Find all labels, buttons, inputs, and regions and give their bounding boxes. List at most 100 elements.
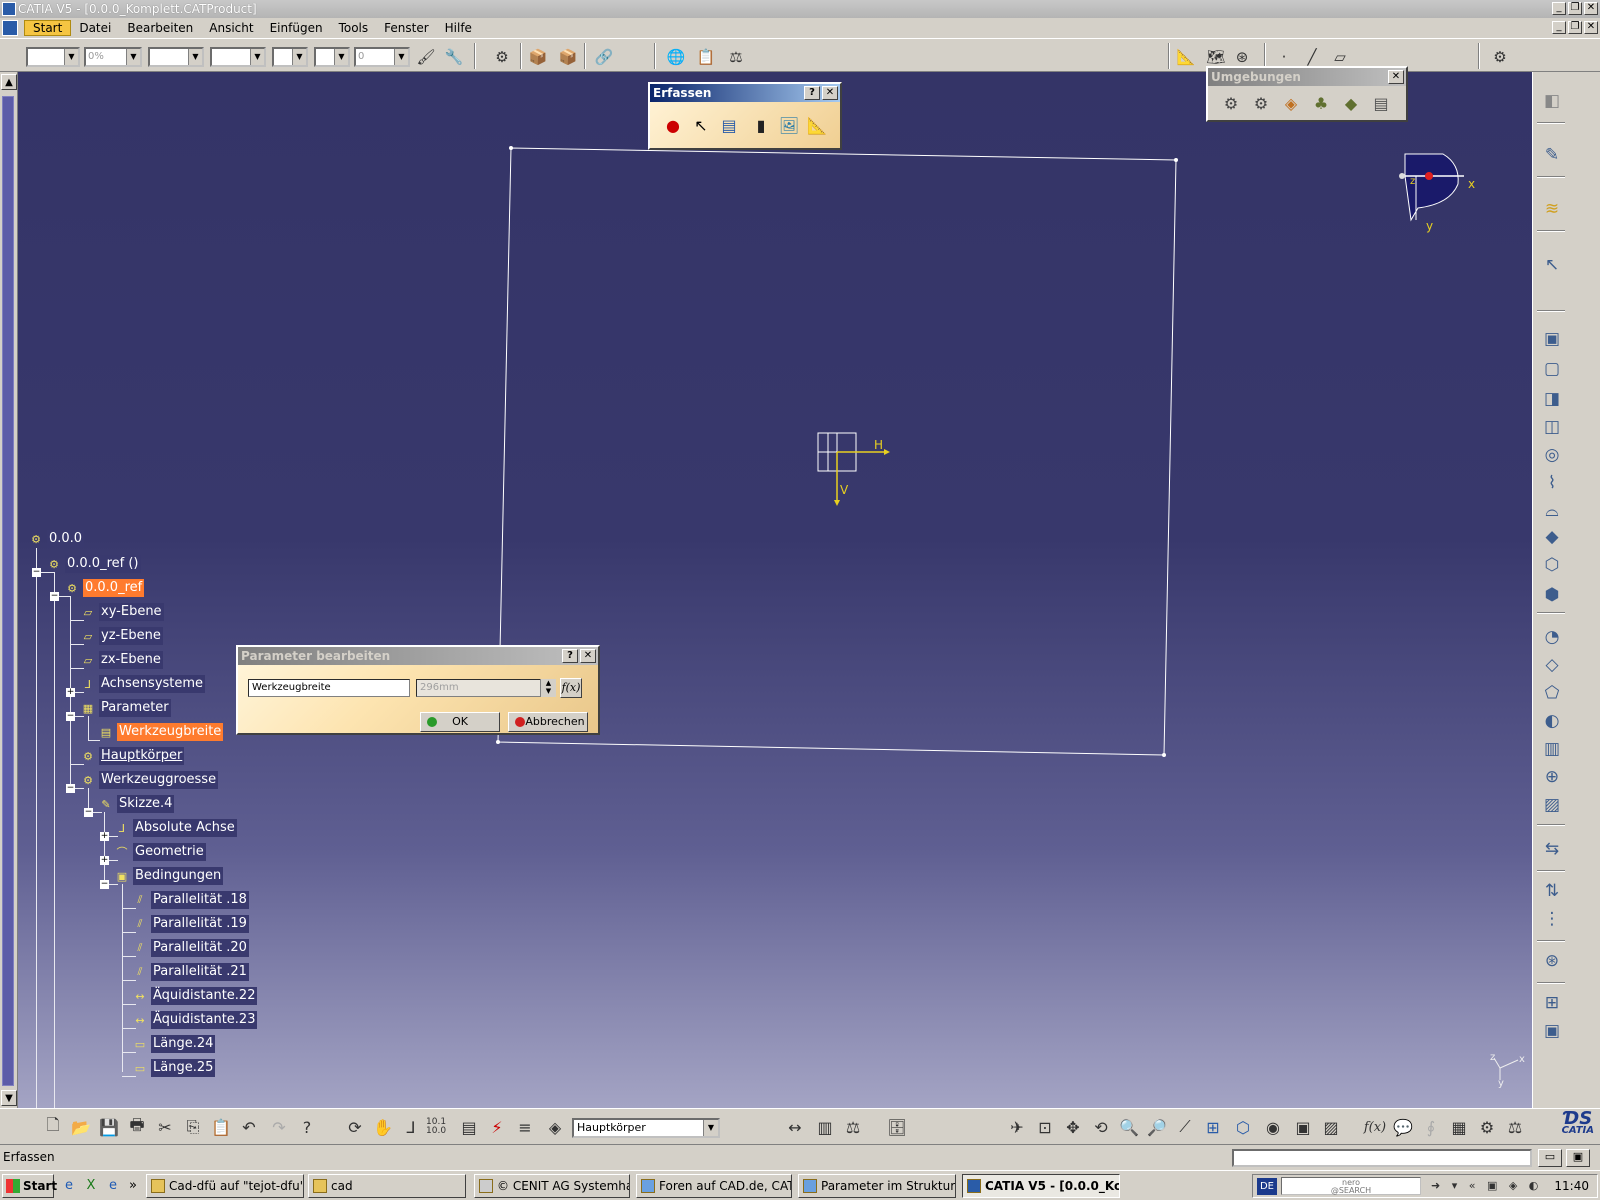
close-button[interactable]: ✕ [580,649,596,663]
close-button[interactable]: ✕ [1584,2,1598,15]
paste-icon[interactable]: 📋 [208,1115,234,1139]
tree-node-werkzeugbreite[interactable]: ▤ Werkzeugbreite [98,722,224,742]
corner-point[interactable] [509,146,513,150]
tree-node-hauptkoerper[interactable]: ⚙ Hauptkörper [80,746,185,766]
compass-icon[interactable] [1399,153,1464,222]
zoom-out-icon[interactable]: 🔎 [1144,1115,1170,1139]
pad-icon[interactable]: ▣ [1539,326,1565,352]
knowledge-icon[interactable]: 📋 [694,46,718,68]
assembly-icon[interactable]: ♣ [1308,90,1334,116]
gear-icon[interactable]: ⚙ [1248,90,1274,116]
tree-node-parallel-19[interactable]: ⫽ Parallelität .19 [132,914,249,934]
collapse-toggle[interactable]: − [100,880,109,889]
help-button[interactable]: ? [562,649,578,663]
erfassen-title[interactable]: Erfassen ? ✕ [650,84,840,102]
catalog-icon[interactable]: 📦 [526,46,550,68]
line-thickness-combo[interactable]: ▼ [148,47,204,67]
stiffener-icon[interactable]: ◆ [1539,524,1565,550]
power-input-field[interactable] [1232,1149,1532,1167]
formula-disabled-icon[interactable]: ⚖ [724,46,748,68]
rotate-icon[interactable]: ⟲ [1088,1115,1114,1139]
assemble-icon[interactable]: ▣ [1539,1018,1565,1044]
cancel-button[interactable]: Abbrechen [508,712,588,732]
swap-space-icon[interactable]: ▨ [1318,1115,1344,1139]
point-icon[interactable]: · [1272,46,1296,68]
multi-view-icon[interactable]: ⊞ [1200,1115,1226,1139]
browser-quicklaunch-icon[interactable]: e [104,1177,122,1195]
tree-node-ref-product[interactable]: ⚙ 0.0.0_ref () [46,554,141,574]
scroll-down-arrow[interactable]: ▼ [1,1090,17,1106]
menu-ansicht[interactable]: Ansicht [201,21,261,35]
ie-quicklaunch-icon[interactable]: e [60,1177,78,1195]
collapse-toggle[interactable]: − [84,808,93,817]
copy-icon[interactable]: ⎘ [180,1115,206,1139]
measure-item-icon[interactable]: ▥ [812,1115,838,1139]
tree-node-length-24[interactable]: ▭ Länge.24 [132,1034,216,1054]
ok-button[interactable]: OK [420,712,500,732]
menu-einfuegen[interactable]: Einfügen [262,21,331,35]
apply-material-icon[interactable]: 🗄 [884,1115,910,1139]
menu-start[interactable]: Start [24,20,72,36]
close-button[interactable]: ✕ [822,86,838,100]
corner-point[interactable] [496,740,500,744]
menu-hilfe[interactable]: Hilfe [437,21,480,35]
layer-combo[interactable]: 0 ▼ [354,47,410,67]
render-style-combo[interactable]: ▼ [314,47,350,67]
properties-brush-icon[interactable]: 🔧 [442,46,466,68]
hide-show-icon[interactable]: ▣ [1290,1115,1316,1139]
scroll-thumb[interactable] [2,96,14,1086]
document-icon[interactable] [2,20,18,36]
tree-node-parallel-21[interactable]: ⫽ Parallelität .21 [132,962,249,982]
umgebungen-title[interactable]: Umgebungen ✕ [1208,68,1406,86]
layers-icon[interactable]: ≋ [1539,196,1565,222]
tree-node-parameter[interactable]: ▦ Parameter [80,698,171,718]
fit-all-icon[interactable]: ⊡ [1032,1115,1058,1139]
language-indicator[interactable]: DE [1257,1178,1277,1195]
value-spinner[interactable]: ▲ ▼ [540,679,556,697]
normal-view-icon[interactable]: ⟋ [1172,1115,1198,1139]
define-work-object-icon[interactable]: ◈ [542,1115,568,1139]
tree-node-length-25[interactable]: ▭ Länge.25 [132,1058,216,1078]
tree-node-parallel-18[interactable]: ⫽ Parallelität .18 [132,890,249,910]
status-button-2[interactable]: ▣ [1566,1149,1590,1167]
menu-fenster[interactable]: Fenster [376,21,437,35]
tree-node-parallel-20[interactable]: ⫽ Parallelität .20 [132,938,249,958]
iso-view-icon[interactable]: ⬡ [1230,1115,1256,1139]
undo-icon[interactable]: ↶ [236,1115,262,1139]
select-icon[interactable]: ↖ [1539,252,1565,278]
point-symbol-combo[interactable]: ▼ [272,47,308,67]
slot-icon[interactable]: ⌓ [1539,498,1565,524]
expand-toggle[interactable]: + [100,832,109,841]
tree-node-equidistant-22[interactable]: ↔ Äquidistante.22 [132,986,258,1006]
remove-loft-icon[interactable]: ⬢ [1539,582,1565,608]
settings-gear-icon[interactable]: ⚙ [1488,46,1512,68]
corner-point[interactable] [1174,158,1178,162]
axis-system-icon[interactable]: ⅃ [398,1115,424,1139]
collapse-toggle[interactable]: − [32,568,41,577]
collapse-toggle[interactable]: − [66,712,75,721]
map-icon[interactable]: 🗺 [1204,46,1228,68]
collapse-toggle[interactable]: − [66,784,75,793]
task-cenit[interactable]: © CENIT AG Systemhau... [474,1174,630,1198]
menu-bearbeiten[interactable]: Bearbeiten [119,21,201,35]
draft-icon[interactable]: ⬠ [1539,680,1565,706]
loft-icon[interactable]: ⬡ [1539,552,1565,578]
zoom-in-icon[interactable]: 🔍 [1116,1115,1142,1139]
line-icon[interactable]: ╱ [1300,46,1324,68]
boolean-icon[interactable]: ⊞ [1539,990,1565,1016]
task-catia[interactable]: CATIA V5 - [0.0.0_Ko... [962,1174,1120,1198]
redo-icon[interactable]: ↷ [266,1115,292,1139]
tree-node-constraints[interactable]: ▣ Bedingungen [114,866,224,886]
remove-face-icon[interactable]: ▨ [1539,792,1565,818]
shell-icon[interactable]: ◐ [1539,708,1565,734]
excel-quicklaunch-icon[interactable]: X [82,1177,100,1195]
open-folder-icon[interactable]: 📂 [68,1115,94,1139]
constraint-icon[interactable]: 🔗 [592,46,616,68]
mirror-icon[interactable]: ⇅ [1539,878,1565,904]
chamfer-icon[interactable]: ◇ [1539,652,1565,678]
tree-node-xy-plane[interactable]: ▱ xy-Ebene [80,602,164,622]
tree-node-werkzeuggroesse[interactable]: ⚙ Werkzeuggroesse [80,770,219,790]
pan-hand-icon[interactable]: ✋ [370,1115,396,1139]
part-icon[interactable]: ◧ [1539,88,1565,114]
web-icon[interactable]: 🌐 [664,46,688,68]
